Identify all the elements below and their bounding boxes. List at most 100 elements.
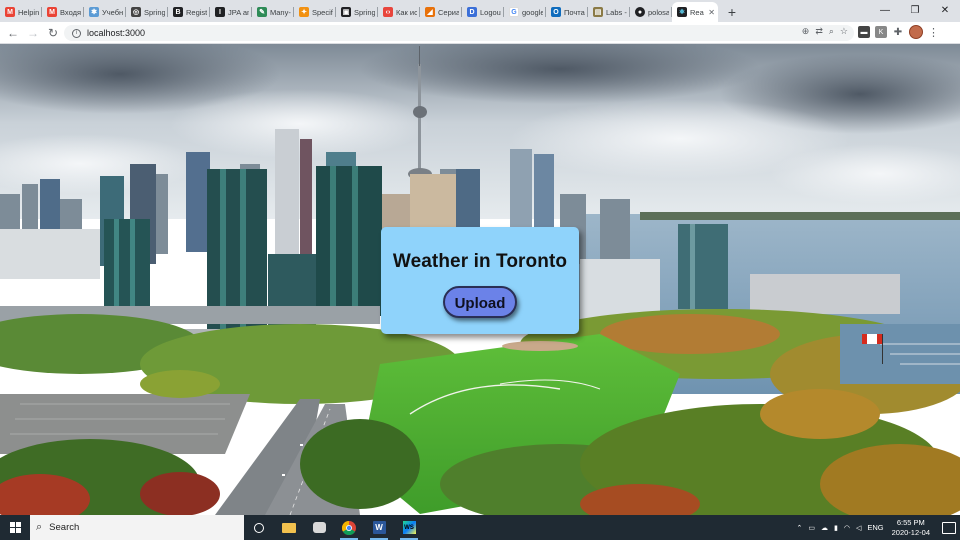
tab-specify[interactable]: ✦Specify (294, 2, 336, 22)
tab-label: Logout (480, 7, 501, 17)
tab-how-to[interactable]: ‹› Как ис (378, 2, 420, 22)
extension-icon[interactable]: K (875, 26, 887, 38)
close-window-button[interactable]: ✕ (930, 0, 960, 20)
tab-label: Как ис (396, 7, 417, 17)
webstorm-taskbar-button[interactable]: WS (394, 515, 424, 540)
tab-react-active[interactable]: ⚛ Rea ✕ (672, 2, 718, 22)
folder-icon (282, 522, 296, 533)
system-tray: ⌃ ▭ ☁ ▮ ◠ ◁ ENG 6:55 PM 2020-12-04 (797, 515, 960, 540)
tab-mail[interactable]: O Почта (546, 2, 588, 22)
tab-many[interactable]: ✎ Many- (252, 2, 294, 22)
reload-button[interactable]: ↻ (43, 23, 63, 43)
serial-icon: ◢ (425, 7, 435, 17)
google-icon: G (509, 7, 519, 17)
tab-label: Spring (144, 7, 165, 17)
battery-icon[interactable]: ▮ (834, 524, 838, 532)
tab-spring-2[interactable]: ▣ Spring (336, 2, 378, 22)
language-indicator[interactable]: ENG (867, 523, 883, 532)
tab-inbox[interactable]: MВходящ (42, 2, 84, 22)
tab-serial[interactable]: ◢ Сериа (420, 2, 462, 22)
back-button[interactable]: ← (3, 23, 23, 43)
address-bar[interactable]: i localhost:3000 ⊕ ⇄ ⌕ ☆ (64, 25, 854, 41)
word-taskbar-button[interactable]: W (364, 515, 394, 540)
menu-icon[interactable]: ⋮ (928, 26, 939, 39)
tab-label: Учебн (102, 7, 123, 17)
word-icon: W (372, 521, 386, 534)
tab-label: Почта (564, 7, 585, 17)
notification-center-icon[interactable] (942, 521, 956, 534)
install-app-icon[interactable]: ⊕ (802, 26, 810, 37)
tab-study[interactable]: ✱ Учебн (84, 2, 126, 22)
clock-date: 2020-12-04 (891, 527, 930, 537)
omnibox-actions: ⊕ ⇄ ⌕ ☆ (802, 26, 848, 37)
translate-icon[interactable]: ⇄ (815, 26, 823, 37)
tab-google[interactable]: Ggoogle (504, 2, 546, 22)
info-icon[interactable]: i (72, 28, 81, 38)
zoom-icon[interactable]: ⌕ (829, 26, 834, 37)
bookmark-star-icon[interactable]: ☆ (840, 26, 848, 37)
tab-label: Spring (354, 7, 375, 17)
extension-icon[interactable]: ▬ (858, 26, 870, 38)
app-button[interactable] (304, 515, 334, 540)
windows-taskbar: ⌕ Search W WS ⌃ ▭ ☁ ▮ ◠ ◁ ENG 6:55 PM 20… (0, 515, 960, 540)
tab-helping[interactable]: M Helpin (0, 2, 42, 22)
search-placeholder: Search (49, 522, 80, 533)
windows-logo-icon (9, 522, 21, 533)
show-hidden-icons-icon[interactable]: ⌃ (797, 524, 803, 532)
tab-registry[interactable]: BRegistr (168, 2, 210, 22)
puzzle-icon[interactable]: ✚ (892, 26, 904, 38)
registry-icon: B (173, 7, 183, 17)
tab-github[interactable]: ● polosa (630, 2, 672, 22)
page-title: Weather in Toronto (392, 251, 568, 272)
forward-button[interactable]: → (23, 23, 43, 43)
clock[interactable]: 6:55 PM 2020-12-04 (892, 518, 930, 538)
github-icon: ● (635, 7, 645, 17)
tab-logout[interactable]: D Logout (462, 2, 504, 22)
search-icon: ⌕ (36, 521, 43, 533)
spring-icon: ◎ (131, 7, 141, 17)
cloud-icon[interactable]: ☁ (821, 524, 828, 532)
tab-label: Helpin (18, 7, 39, 17)
cortana-circle-icon (254, 522, 264, 533)
maximize-button[interactable]: ❐ (900, 0, 930, 20)
chrome-taskbar-button[interactable] (334, 515, 364, 540)
new-tab-button[interactable]: + (722, 2, 742, 22)
tab-label: Сериа (438, 7, 459, 17)
app-icon (312, 522, 326, 533)
tab-label: polosa (648, 7, 669, 17)
file-explorer-button[interactable] (274, 515, 304, 540)
tab-label: Входящ (60, 7, 81, 17)
tab-jpa[interactable]: IJPA and (210, 2, 252, 22)
monitor-icon[interactable]: ▭ (808, 524, 815, 532)
tab-label: JPA and (228, 7, 249, 17)
tab-label: Rea (690, 7, 704, 17)
wifi-icon[interactable]: ◠ (844, 524, 850, 532)
minimize-button[interactable]: — (870, 0, 900, 20)
outlook-icon: O (551, 7, 561, 17)
gmail-icon: M (5, 7, 15, 17)
code-icon: ‹› (383, 7, 393, 17)
specify-icon: ✦ (299, 7, 309, 17)
gmail-icon: M (47, 7, 57, 17)
weather-card: Weather in Toronto Upload (381, 227, 579, 334)
start-button[interactable] (0, 515, 30, 540)
spring-video-icon: ▣ (341, 7, 351, 17)
jpa-icon: I (215, 7, 225, 17)
many-icon: ✎ (257, 7, 267, 17)
tab-strip: MHelpin MВходящ ✱Учебн ◎Spring BRegistr … (0, 0, 960, 22)
close-tab-icon[interactable]: ✕ (708, 8, 715, 17)
upload-button[interactable]: Upload (442, 286, 518, 318)
clock-time: 6:55 PM (896, 517, 925, 527)
task-view-button[interactable] (244, 515, 274, 540)
tab-label: Registr (186, 7, 207, 17)
tab-label: Labs - (606, 7, 627, 17)
tab-labs[interactable]: ▤ Labs - (588, 2, 630, 22)
labs-icon: ▤ (593, 7, 603, 17)
taskbar-search[interactable]: ⌕ Search (30, 515, 244, 540)
chrome-icon (342, 520, 356, 535)
tab-spring-1[interactable]: ◎ Spring (126, 2, 168, 22)
extensions-bar: ▬ K ✚ ⋮ (858, 25, 939, 39)
profile-avatar[interactable] (909, 25, 923, 39)
address-url[interactable]: localhost:3000 (87, 28, 145, 38)
volume-icon[interactable]: ◁ (856, 524, 861, 532)
